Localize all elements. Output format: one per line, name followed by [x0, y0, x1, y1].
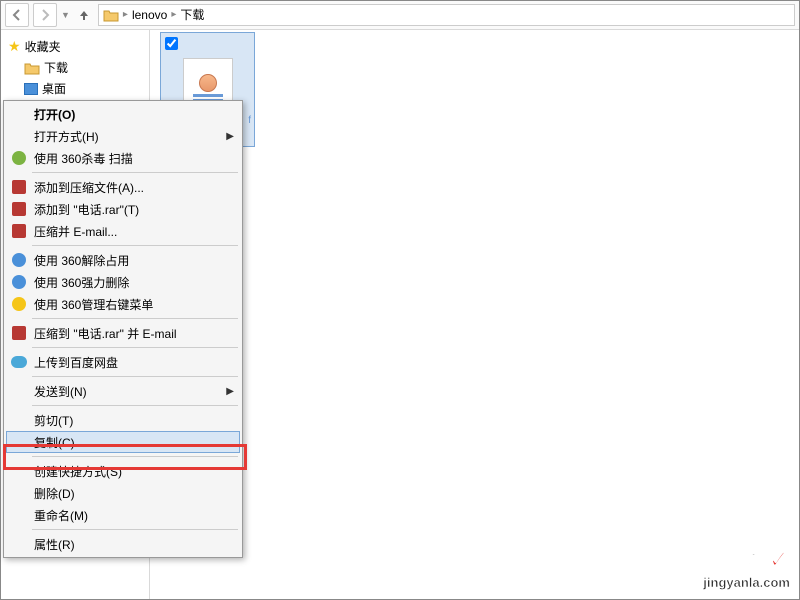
avatar-icon	[199, 74, 217, 92]
dropdown-arrow-icon[interactable]: ▼	[61, 10, 70, 20]
menu-properties[interactable]: 属性(R)	[6, 533, 240, 555]
check-icon: ✓	[768, 544, 790, 574]
menu-separator	[32, 347, 238, 348]
file-extension: f	[248, 115, 251, 126]
submenu-arrow-icon: ▶	[226, 386, 234, 397]
menu-separator	[32, 456, 238, 457]
cloud-icon	[10, 353, 28, 371]
menu-upload-baidu[interactable]: 上传到百度网盘	[6, 351, 240, 373]
menu-separator	[32, 405, 238, 406]
chevron-right-icon: ▸	[171, 9, 176, 20]
submenu-arrow-icon: ▶	[226, 131, 234, 142]
menu-copy[interactable]: 复制(C)	[6, 431, 240, 453]
sidebar-downloads-label: 下载	[44, 59, 68, 76]
menu-compress-email[interactable]: 压缩并 E-mail...	[6, 220, 240, 242]
menu-force-delete-360[interactable]: 使用 360强力删除	[6, 271, 240, 293]
menu-open-with[interactable]: 打开方式(H) ▶	[6, 125, 240, 147]
up-button[interactable]	[74, 5, 94, 25]
watermark: 经验啦 ✓ jingyanla.com	[699, 543, 790, 590]
delete-icon	[10, 273, 28, 291]
archive-icon	[10, 222, 28, 240]
chevron-right-icon: ▸	[123, 9, 128, 20]
folder-icon	[24, 61, 40, 75]
menu-separator	[32, 172, 238, 173]
sidebar-favorites-label: 收藏夹	[25, 38, 61, 55]
menu-manage-360[interactable]: 使用 360管理右键菜单	[6, 293, 240, 315]
menu-delete[interactable]: 删除(D)	[6, 482, 240, 504]
menu-rename[interactable]: 重命名(M)	[6, 504, 240, 526]
watermark-url: jingyanla.com	[699, 575, 790, 590]
sidebar-desktop-label: 桌面	[42, 80, 66, 97]
archive-icon	[10, 324, 28, 342]
menu-create-shortcut[interactable]: 创建快捷方式(S)	[6, 460, 240, 482]
breadcrumb-seg-1[interactable]: lenovo	[132, 8, 167, 22]
sidebar-favorites[interactable]: ★ 收藏夹	[4, 36, 145, 57]
menu-cut[interactable]: 剪切(T)	[6, 409, 240, 431]
context-menu: 打开(O) 打开方式(H) ▶ 使用 360杀毒 扫描 添加到压缩文件(A)..…	[3, 100, 243, 558]
menu-separator	[32, 318, 238, 319]
back-button[interactable]	[5, 3, 29, 27]
watermark-brand: 经验啦	[699, 548, 765, 573]
archive-icon	[10, 200, 28, 218]
menu-free-360[interactable]: 使用 360解除占用	[6, 249, 240, 271]
file-checkbox[interactable]	[165, 37, 178, 50]
menu-open[interactable]: 打开(O)	[6, 103, 240, 125]
menu-separator	[32, 376, 238, 377]
manage-icon	[10, 295, 28, 313]
antivirus-icon	[10, 149, 28, 167]
menu-compress-to-email[interactable]: 压缩到 "电话.rar" 并 E-mail	[6, 322, 240, 344]
menu-add-rar[interactable]: 添加到 "电话.rar"(T)	[6, 198, 240, 220]
breadcrumb-seg-2[interactable]: 下载	[180, 6, 204, 23]
archive-icon	[10, 178, 28, 196]
sidebar-downloads[interactable]: 下载	[4, 57, 145, 78]
unlock-icon	[10, 251, 28, 269]
folder-icon	[103, 8, 119, 22]
menu-send-to[interactable]: 发送到(N) ▶	[6, 380, 240, 402]
sidebar-desktop[interactable]: 桌面	[4, 78, 145, 99]
menu-separator	[32, 245, 238, 246]
star-icon: ★	[8, 38, 21, 55]
forward-button[interactable]	[33, 3, 57, 27]
content-area[interactable]: f	[150, 30, 800, 600]
menu-add-archive[interactable]: 添加到压缩文件(A)...	[6, 176, 240, 198]
desktop-icon	[24, 83, 38, 95]
menu-separator	[32, 529, 238, 530]
menu-scan-360[interactable]: 使用 360杀毒 扫描	[6, 147, 240, 169]
navigation-bar: ▼ ▸ lenovo ▸ 下载	[0, 0, 800, 30]
breadcrumb-bar[interactable]: ▸ lenovo ▸ 下载	[98, 4, 795, 26]
